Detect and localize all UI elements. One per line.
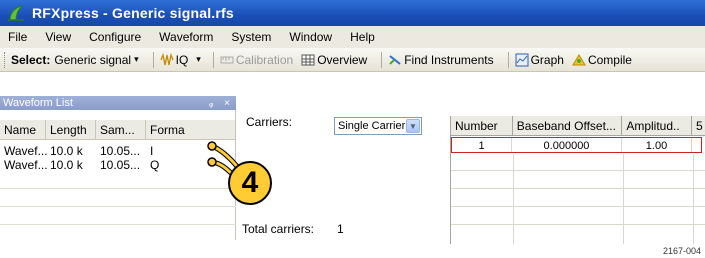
- column-divider: [693, 154, 694, 244]
- menu-file[interactable]: File: [8, 30, 27, 44]
- waveform-length: 10.0 k: [50, 158, 83, 172]
- column-name[interactable]: Name: [0, 120, 46, 139]
- waveform-sample-rate: 10.05...: [100, 144, 141, 158]
- row-divider: [0, 206, 236, 207]
- list-item[interactable]: Wavef... 10.0 k 10.05... I: [0, 144, 236, 158]
- column-divider: [623, 154, 624, 244]
- row-divider: [451, 224, 705, 225]
- menu-system[interactable]: System: [231, 30, 271, 44]
- menu-bar: File View Configure Waveform System Wind…: [0, 26, 705, 48]
- pin-icon[interactable]: ᵩ: [209, 98, 213, 109]
- waveform-format: Q: [150, 158, 160, 172]
- column-amplitude[interactable]: Amplitud..: [622, 116, 693, 135]
- iq-label: IQ: [175, 52, 189, 67]
- column-more[interactable]: 5: [692, 116, 705, 135]
- menu-help[interactable]: Help: [350, 30, 375, 44]
- row-divider: [0, 188, 236, 189]
- calibration-button[interactable]: Calibration: [220, 53, 293, 67]
- carrier-table-header: Number Baseband Offset... Amplitud.. 5: [451, 116, 705, 136]
- waveform-name: Wavef...: [4, 144, 48, 158]
- pane-controls: ᵩ ×: [209, 98, 230, 109]
- iq-button[interactable]: IQ: [160, 52, 189, 67]
- column-sample-rate[interactable]: Sam...: [96, 120, 146, 139]
- carrier-amplitude[interactable]: 1.00: [622, 138, 692, 152]
- toolbar-separator: [212, 51, 214, 68]
- close-icon[interactable]: ×: [224, 98, 230, 109]
- toolbar-separator: [152, 51, 154, 68]
- overview-label: Overview: [317, 52, 368, 67]
- row-divider: [451, 206, 705, 207]
- compile-label: Compile: [587, 52, 632, 67]
- total-carriers-label: Total carriers:: [242, 222, 315, 236]
- figure-id: 2167-004: [662, 246, 701, 256]
- find-instruments-icon: [389, 54, 401, 65]
- menu-waveform[interactable]: Waveform: [159, 30, 213, 44]
- carriers-label: Carriers:: [246, 115, 293, 129]
- waveform-list-columns: Name Length Sam... Forma: [0, 120, 236, 140]
- toolbar-grip[interactable]: [4, 51, 7, 68]
- carrier-number[interactable]: 1: [452, 138, 512, 152]
- waveform-sample-rate: 10.05...: [100, 158, 141, 172]
- waveform-length: 10.0 k: [50, 144, 83, 158]
- column-length[interactable]: Length: [46, 120, 96, 139]
- toolbar-separator: [507, 51, 509, 68]
- column-baseband-offset[interactable]: Baseband Offset...: [513, 116, 623, 135]
- row-divider: [451, 170, 705, 171]
- rfxpress-app-icon: [8, 5, 24, 21]
- toolbar-separator: [381, 51, 383, 68]
- window-title: RFXpress - Generic signal.rfs: [32, 5, 234, 21]
- menu-configure[interactable]: Configure: [89, 30, 141, 44]
- calibration-icon: [220, 56, 234, 63]
- carrier-mode-value: Single Carrier: [338, 120, 406, 132]
- select-control[interactable]: Select: Generic signal ▾: [11, 53, 139, 67]
- chevron-down-icon[interactable]: ▾: [196, 54, 201, 65]
- row-divider: [451, 188, 705, 189]
- waveform-list: Name Length Sam... Forma Wavef... 10.0 k…: [0, 110, 236, 240]
- compile-button[interactable]: Compile: [572, 53, 632, 67]
- step-callout: 4: [228, 161, 272, 205]
- list-item[interactable]: Wavef... 10.0 k 10.05... Q: [0, 158, 236, 172]
- carrier-baseband-offset[interactable]: 0.000000: [512, 138, 622, 152]
- calibration-label: Calibration: [235, 52, 294, 67]
- waveform-list-header: Waveform List ᵩ ×: [0, 96, 236, 110]
- total-carriers-value: 1: [337, 222, 344, 236]
- menu-view[interactable]: View: [45, 30, 71, 44]
- chevron-down-icon: ▾: [134, 54, 139, 64]
- find-instruments-button[interactable]: Find Instruments: [388, 52, 494, 67]
- compile-icon: [572, 53, 586, 65]
- waveform-icon: [160, 52, 174, 65]
- waveform-name: Wavef...: [4, 158, 48, 172]
- carrier-mode-select[interactable]: Single Carrier ▼: [334, 117, 422, 135]
- toolbar: Select: Generic signal ▾ IQ ▾ Calibratio…: [0, 48, 705, 72]
- select-value: Generic signal: [54, 52, 132, 67]
- find-instruments-label: Find Instruments: [404, 52, 494, 67]
- waveform-format: I: [150, 144, 154, 158]
- column-format[interactable]: Forma: [146, 120, 236, 139]
- grid-icon: [301, 54, 315, 65]
- title-bar: RFXpress - Generic signal.rfs: [0, 0, 705, 26]
- carrier-table: Number Baseband Offset... Amplitud.. 5 1…: [450, 116, 705, 244]
- row-divider: [0, 224, 236, 225]
- graph-label: Graph: [530, 52, 564, 67]
- graph-icon: [515, 53, 529, 66]
- column-divider: [513, 154, 514, 244]
- chevron-down-icon: ▼: [406, 119, 420, 133]
- graph-button[interactable]: Graph: [515, 53, 564, 67]
- menu-window[interactable]: Window: [289, 30, 332, 44]
- column-number[interactable]: Number: [451, 116, 513, 135]
- table-row[interactable]: 1 0.000000 1.00: [451, 137, 702, 153]
- waveform-list-title: Waveform List: [3, 97, 73, 109]
- overview-button[interactable]: Overview: [301, 53, 367, 67]
- select-label: Select:: [11, 52, 51, 67]
